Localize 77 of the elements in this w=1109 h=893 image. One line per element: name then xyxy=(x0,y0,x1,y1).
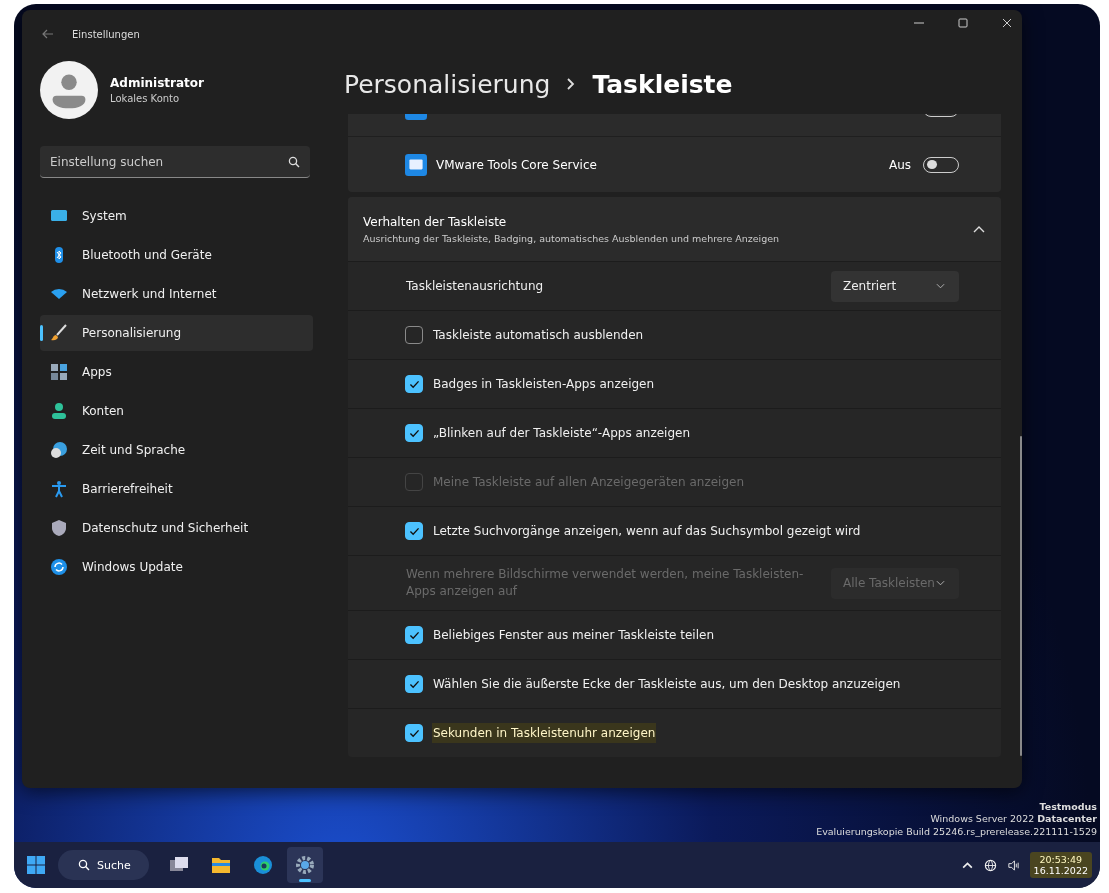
apps-grid-icon xyxy=(50,363,68,381)
checkbox[interactable] xyxy=(405,626,423,644)
chevron-down-icon xyxy=(936,580,945,586)
back-arrow-icon[interactable] xyxy=(42,29,54,39)
nav-item[interactable]: Bluetooth und Geräte xyxy=(40,237,313,273)
gear-icon xyxy=(293,854,316,876)
checkbox[interactable] xyxy=(405,375,423,393)
speaker-icon[interactable] xyxy=(1006,858,1020,872)
setting-label: Letzte Suchvorgänge anzeigen, wenn auf das Suchsymbol gezeigt wird xyxy=(432,523,862,540)
nav-item[interactable]: Datenschutz und Sicherheit xyxy=(40,510,313,546)
network-globe-icon[interactable] xyxy=(983,858,997,872)
globe-clock-icon xyxy=(50,441,68,459)
checkmark-icon xyxy=(408,428,420,438)
checkmark-icon xyxy=(408,526,420,536)
section-title: Verhalten der Taskleiste xyxy=(363,214,508,229)
scrollbar[interactable] xyxy=(1020,436,1022,756)
brush-icon xyxy=(50,324,68,342)
close-icon[interactable] xyxy=(1002,18,1012,28)
checkmark-icon xyxy=(408,728,420,738)
nav-item[interactable]: Personalisierung xyxy=(40,315,313,351)
app-icon xyxy=(405,153,427,176)
search-field[interactable]: Einstellung suchen xyxy=(40,146,310,178)
setting-label: „Blinken auf der Taskleiste“-Apps anzeigen xyxy=(432,425,692,442)
selection-indicator xyxy=(40,325,43,341)
nav-item[interactable]: Apps xyxy=(40,354,313,390)
dropdown[interactable]: Zentriert xyxy=(831,270,959,302)
toggle-state-label: Aus xyxy=(888,157,911,172)
search-icon xyxy=(78,859,90,871)
checkmark-icon xyxy=(408,379,420,389)
account-type: Lokales Konto xyxy=(110,93,181,104)
nav-item[interactable]: Zeit und Sprache xyxy=(40,432,313,468)
chevron-up-icon[interactable] xyxy=(973,225,985,233)
maximize-icon[interactable] xyxy=(958,18,968,28)
clock[interactable]: 20:53:49 16.11.2022 xyxy=(1029,852,1092,878)
checkbox[interactable] xyxy=(405,522,423,540)
nav-item[interactable]: Barrierefreiheit xyxy=(40,471,313,507)
search-icon xyxy=(288,156,300,168)
nav-item[interactable]: Netzwerk und Internet xyxy=(40,276,313,312)
shield-icon xyxy=(50,519,68,537)
browser-swirl-icon xyxy=(251,854,274,876)
watermark-text: Evaluierungskopie Build 25246.rs_prerelease.221111-1529 xyxy=(816,825,1097,838)
checkmark-icon xyxy=(408,679,420,689)
setting-label: Beliebiges Fenster aus meiner Taskleiste teilen xyxy=(432,627,716,644)
avatar-icon xyxy=(40,61,98,119)
setting-label: Taskleistenausrichtung xyxy=(405,277,545,295)
sync-arrows-icon xyxy=(50,558,68,576)
setting-label: Wählen Sie die äußerste Ecke der Taskleiste aus, um den Desktop anzuzeigen xyxy=(432,676,902,693)
start-icon[interactable] xyxy=(26,855,46,875)
person-icon xyxy=(50,402,68,420)
setting-label: Wenn mehrere Bildschirme verwendet werden, meine Taskleisten-Apps anzeigen auf xyxy=(405,566,805,600)
checkbox[interactable] xyxy=(405,424,423,442)
nav-item[interactable]: Windows Update xyxy=(40,549,313,585)
watermark-text: Windows Server 2022 Datacenter xyxy=(930,813,1097,826)
checkmark-icon xyxy=(408,630,420,640)
section-description: Ausrichtung der Taskleiste, Badging, automatisches Ausblenden und mehrere Anzeigen xyxy=(363,232,781,244)
accessibility-icon xyxy=(50,480,68,498)
app-name: VMware Tools Core Service xyxy=(436,157,597,172)
page-title: Taskleiste xyxy=(592,69,733,99)
setting-label: Badges in Taskleisten-Apps anzeigen xyxy=(432,376,656,393)
checkbox[interactable] xyxy=(405,326,423,344)
taskbar-search-button[interactable]: Suche xyxy=(58,850,149,880)
taskbar-app-button[interactable] xyxy=(286,847,323,883)
nav-item[interactable]: Konten xyxy=(40,393,313,429)
section-header[interactable]: Verhalten der Taskleiste Ausrichtung der Taskleiste, Badging, automatisches Ausblenden und mehrere Anzeigen xyxy=(348,197,1001,261)
checkbox[interactable] xyxy=(405,724,423,742)
checkbox[interactable] xyxy=(405,675,423,693)
account-name: Administrator xyxy=(110,76,204,90)
setting-label: Meine Taskleiste auf allen Anzeigegeräten anzeigen xyxy=(432,474,745,491)
breadcrumb-link[interactable]: Personalisierung xyxy=(344,69,551,99)
setting-label: Sekunden in Taskleistenuhr anzeigen xyxy=(432,723,657,743)
setting-label: Taskleiste automatisch ausblenden xyxy=(432,327,645,344)
active-indicator xyxy=(298,879,311,882)
window-title: Einstellungen xyxy=(72,28,140,40)
watermark-text: Testmodus xyxy=(1039,800,1097,814)
chevron-down-icon xyxy=(936,283,945,289)
nav-item[interactable]: System xyxy=(40,198,313,234)
chevron-right-icon xyxy=(566,77,577,91)
